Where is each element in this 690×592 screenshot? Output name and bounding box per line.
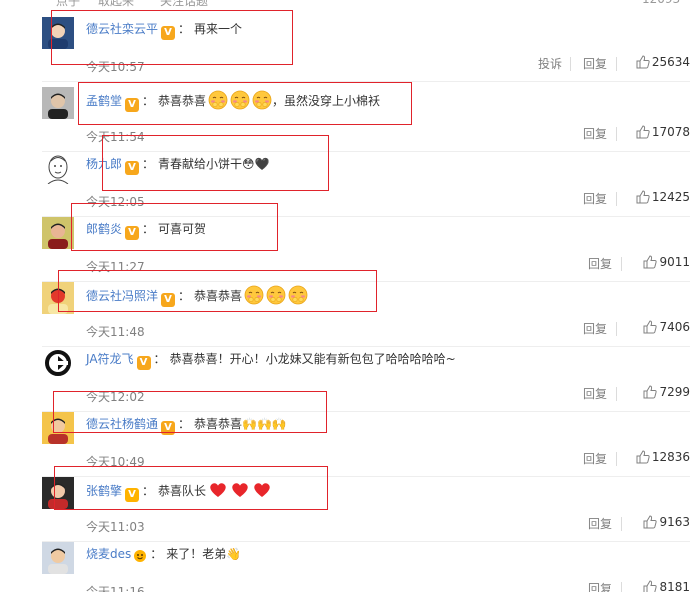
divider [616,127,617,141]
thumb-up-icon [643,580,659,592]
timestamp: 今天11:03 [86,520,145,534]
reply-button[interactable]: 回复 [583,320,607,337]
like-count: 8181 [659,580,690,592]
like-button[interactable]: 12836 [636,450,690,464]
thumb-up-icon [636,125,652,139]
timestamp: 今天11:16 [86,585,145,592]
like-count: 25634 [651,55,690,69]
highlight-box [53,391,327,433]
divider [616,387,617,401]
partial-text: 点子 [56,0,81,8]
comment-item: 烧麦des ：来了！老弟👋 今天11:16 回复 8181 [0,542,690,592]
thumb-up-icon [636,450,652,464]
reply-button[interactable]: 回复 [583,450,607,467]
divider [621,582,622,592]
thumb-up-icon [643,320,659,334]
divider [621,257,622,271]
avatar[interactable] [42,152,74,184]
avatar[interactable] [42,347,74,379]
report-button[interactable]: 投诉 [538,55,562,72]
avatar[interactable] [42,87,74,119]
like-count: 12425 [651,190,690,204]
reply-button[interactable]: 回复 [588,255,612,272]
like-count: 9011 [659,255,690,269]
comment-actions: 回复 17078 [510,125,690,143]
thumb-up-icon [636,190,652,204]
like-count: 17078 [651,125,690,139]
highlight-box [78,82,412,125]
comment-actions: 回复 12425 [510,190,690,208]
highlight-box [54,466,328,510]
thumb-up-icon [636,55,652,69]
thumb-up-icon [643,255,659,269]
colon: ： [153,352,166,366]
like-button[interactable]: 7406 [643,320,690,334]
like-button[interactable]: 12425 [636,190,690,204]
reply-button[interactable]: 回复 [583,125,607,142]
thumb-up-icon [643,515,659,529]
reply-button[interactable]: 回复 [588,515,612,532]
like-button[interactable]: 7299 [643,385,690,399]
comment-text: 来了！老弟👋 [166,547,242,561]
timestamp: 今天11:48 [86,325,145,339]
like-count: 9163 [659,515,690,529]
like-count: 7406 [659,320,690,334]
like-button[interactable]: 8181 [643,580,690,592]
partial-like-count: 12093 [642,0,680,6]
like-button[interactable]: 25634 [636,55,690,69]
partial-text: 取起来 [98,0,135,8]
comment-actions: 投诉 回复 25634 [510,55,690,73]
username-link[interactable]: 烧麦des [86,547,131,561]
partial-text: 关注话题 [160,0,209,8]
smile-badge-icon [133,549,147,568]
divider [616,322,617,336]
comment-actions: 回复 8181 [510,580,690,592]
comment-actions: 回复 7299 [510,385,690,403]
reply-button[interactable]: 回复 [583,385,607,402]
highlight-box [51,10,293,65]
divider [570,57,571,71]
comment-actions: 回复 7406 [510,320,690,338]
verified-badge-icon: V [136,356,151,370]
divider [616,452,617,466]
highlight-box [102,135,329,191]
like-button[interactable]: 9163 [643,515,690,529]
like-button[interactable]: 17078 [636,125,690,139]
comment-text: 恭喜恭喜！开心！小龙妹又能有新包包了哈哈哈哈哈~ [169,352,456,366]
like-count: 12836 [651,450,690,464]
divider [616,57,617,71]
username-link[interactable]: JA符龙飞 [86,352,134,366]
previous-comment-footer: 点子 取起来 关注话题 12093 [0,0,690,8]
comment-line: JA符龙飞 V：恭喜恭喜！开心！小龙妹又能有新包包了哈哈哈哈哈~ [86,350,456,370]
comment-line: 烧麦des ：来了！老弟👋 [86,545,241,568]
avatar[interactable] [42,542,74,574]
like-count: 7299 [659,385,690,399]
reply-button[interactable]: 回复 [588,580,612,592]
highlight-box [58,270,377,312]
comment-actions: 回复 9011 [510,255,690,273]
reply-button[interactable]: 回复 [583,190,607,207]
thumb-up-icon [643,385,659,399]
reply-button[interactable]: 回复 [583,55,607,72]
colon: ： [150,547,163,561]
highlight-box [71,203,278,251]
divider [616,192,617,206]
comment-actions: 回复 9163 [510,515,690,533]
like-button[interactable]: 9011 [643,255,690,269]
divider [621,517,622,531]
avatar[interactable] [42,217,74,249]
comment-actions: 回复 12836 [510,450,690,468]
